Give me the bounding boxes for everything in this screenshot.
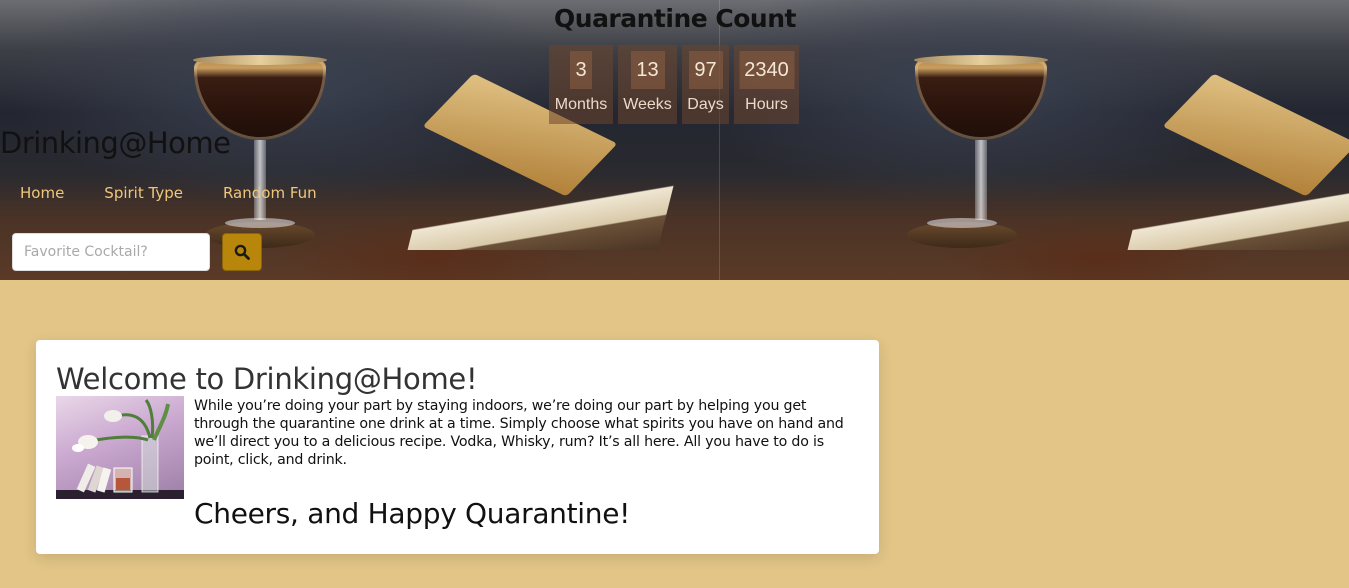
main-nav: Home Spirit Type Random Fun [20,184,317,202]
counter-value: 13 [630,51,665,89]
search-input[interactable] [12,233,210,271]
nav-link-spirit-type[interactable]: Spirit Type [104,184,183,202]
counter-value: 3 [570,51,592,89]
counter-unit: Weeks [623,96,672,113]
quarantine-count-title: Quarantine Count [554,4,796,33]
counter-unit: Days [687,96,724,113]
nav-link-home[interactable]: Home [20,184,64,202]
counter-unit: Hours [745,96,788,113]
search-button[interactable] [222,233,262,271]
counter-value: 2340 [739,51,794,89]
counter-days: 97 Days [682,45,729,124]
welcome-image [56,396,184,499]
tulips-illustration [56,399,184,499]
counter-hours: 2340 Hours [734,45,799,124]
counter-value: 97 [688,51,723,89]
welcome-title: Welcome to Drinking@Home! [56,362,478,396]
hero-image-right [720,0,1349,280]
welcome-closing: Cheers, and Happy Quarantine! [194,497,631,530]
welcome-body: While you’re doing your part by staying … [194,398,844,468]
counter-months: 3 Months [549,45,613,124]
counter-weeks: 13 Weeks [618,45,677,124]
welcome-card: Welcome to Drinking@Home! While you’re d… [36,340,879,554]
hero-divider [719,0,720,280]
site-title: Drinking@Home [0,126,231,160]
nav-link-random-fun[interactable]: Random Fun [223,184,317,202]
counter-unit: Months [554,96,608,113]
search-icon [234,244,250,260]
